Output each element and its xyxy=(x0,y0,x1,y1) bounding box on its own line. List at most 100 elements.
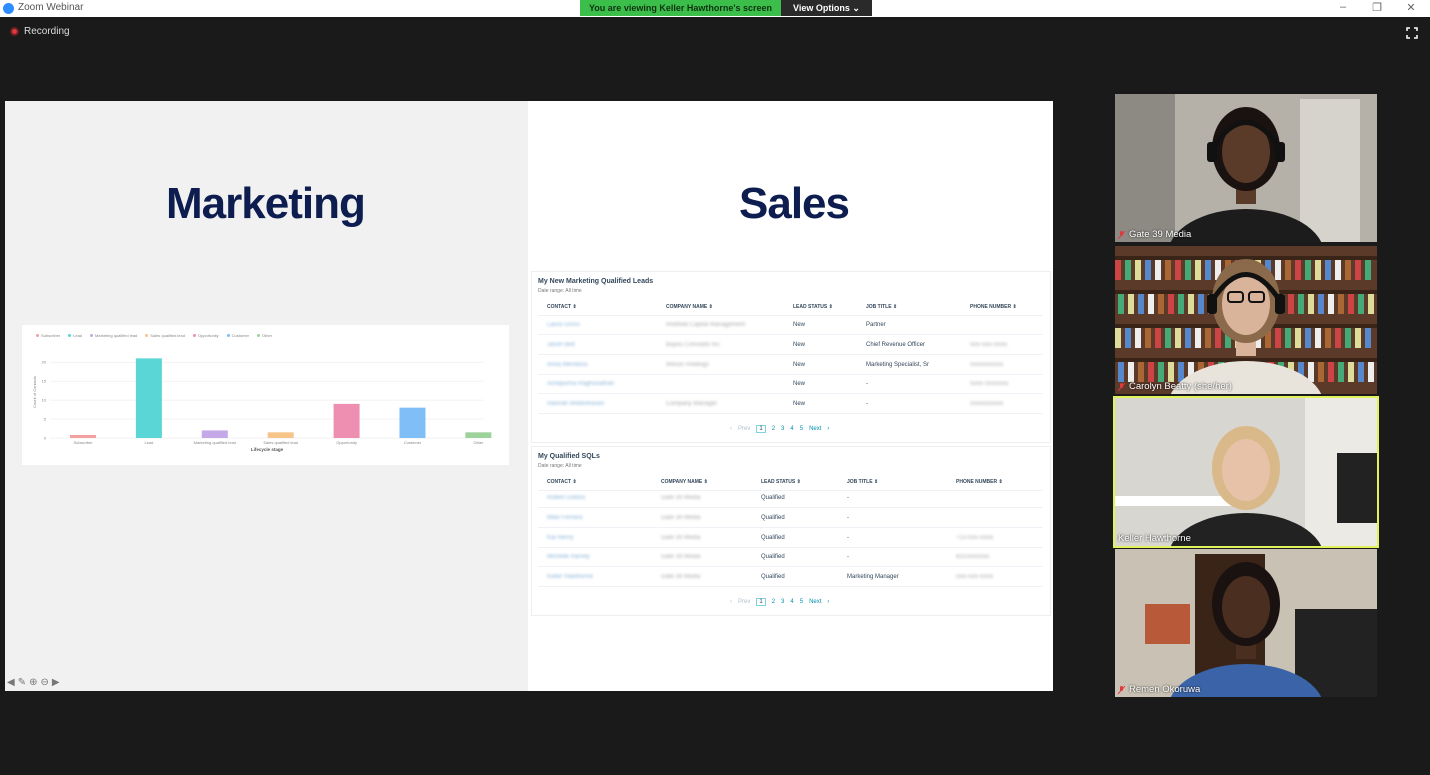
column-header[interactable]: COMPANY NAME ⇕ xyxy=(661,479,708,485)
participant-tile[interactable]: Carolyn Beatty (she/her) xyxy=(1115,246,1377,394)
next-arrow-icon[interactable]: › xyxy=(827,426,829,432)
phone-number: 5555555555 xyxy=(970,401,1004,408)
view-options-label: View Options xyxy=(793,3,850,13)
arrow-right-icon[interactable]: ▶ xyxy=(52,677,60,688)
view-options-button[interactable]: View Options ⌄ xyxy=(781,0,872,16)
contact-link[interactable]: Jason Bell xyxy=(547,342,575,348)
column-header[interactable]: COMPANY NAME ⇕ xyxy=(666,304,713,310)
maximize-icon[interactable]: ❐ xyxy=(1367,1,1387,14)
mql-table-card: My New Marketing Qualified Leads Date ran… xyxy=(531,271,1051,443)
contact-link[interactable]: Michelle Harvey xyxy=(547,554,590,560)
row-divider xyxy=(538,334,1043,335)
participant-tile[interactable]: Gate 39 Media xyxy=(1115,94,1377,242)
page-link[interactable]: 5 xyxy=(800,599,803,605)
x-tick-label: Other xyxy=(473,440,484,445)
participant-name: Remen Okoruwa xyxy=(1129,684,1201,695)
contact-link[interactable]: Robert Dubois xyxy=(547,495,585,501)
contact-link[interactable]: Kai Henry xyxy=(547,535,573,541)
viewing-screen-banner: You are viewing Keller Hawthorne's scree… xyxy=(580,0,781,16)
zoom-in-icon[interactable]: ⊕ xyxy=(29,677,37,688)
page-link[interactable]: 1 xyxy=(756,425,766,433)
mic-muted-icon xyxy=(1118,230,1125,239)
next-arrow-icon[interactable]: › xyxy=(827,599,829,605)
row-divider xyxy=(538,586,1043,588)
recording-label: Recording xyxy=(24,26,70,37)
y-axis-label: Count of Contacts xyxy=(32,376,37,408)
close-icon[interactable]: ✕ xyxy=(1401,1,1421,14)
x-tick-label: Subscriber xyxy=(73,440,93,445)
zoom-app-icon xyxy=(3,3,14,14)
company-name: Gate 39 Media xyxy=(661,534,701,541)
recording-indicator: Recording xyxy=(10,26,70,37)
company-name: Gate 39 Media xyxy=(661,554,701,561)
pagination: ‹ Prev 1 2 3 4 5 Next › xyxy=(730,425,829,433)
row-divider xyxy=(538,413,1043,415)
contact-link[interactable]: Annapurna Raghunathan xyxy=(547,381,614,387)
prev-arrow-icon[interactable]: ‹ xyxy=(730,426,732,432)
participant-tile[interactable]: Remen Okoruwa xyxy=(1115,549,1377,697)
column-header[interactable]: CONTACT ⇕ xyxy=(547,479,577,485)
page-link[interactable]: 1 xyxy=(756,598,766,606)
row-divider xyxy=(538,546,1043,548)
arrow-left-icon[interactable]: ◀ xyxy=(7,677,15,688)
lead-status: New xyxy=(793,341,806,348)
company-name: Gate 39 Media xyxy=(661,514,701,521)
prev-arrow-icon[interactable]: ‹ xyxy=(730,599,732,605)
page-link[interactable]: 4 xyxy=(790,599,793,605)
participant-name-tag: Gate 39 Media xyxy=(1118,229,1191,240)
table-subtitle: Date range: All time xyxy=(538,288,582,294)
page-link[interactable]: 2 xyxy=(772,599,775,605)
header-divider xyxy=(538,315,1043,316)
next-button[interactable]: Next xyxy=(809,599,821,605)
contact-link[interactable]: Laura Gross xyxy=(547,322,580,328)
page-link[interactable]: 3 xyxy=(781,426,784,432)
bar xyxy=(399,407,426,438)
page-link[interactable]: 4 xyxy=(790,426,793,432)
x-tick-label: Sales qualified lead xyxy=(263,440,298,445)
page-link[interactable]: 5 xyxy=(800,426,803,432)
job-title: Marketing Manager xyxy=(847,574,899,581)
lead-status: New xyxy=(793,381,806,388)
column-header[interactable]: PHONE NUMBER ⇕ xyxy=(970,304,1017,310)
participant-name-tag: Remen Okoruwa xyxy=(1118,684,1200,695)
column-header[interactable]: LEAD STATUS ⇕ xyxy=(761,479,801,485)
x-axis-label: Lifecycle stage xyxy=(251,447,284,452)
prev-button[interactable]: Prev xyxy=(738,599,750,605)
fullscreen-icon[interactable] xyxy=(1406,27,1418,39)
column-header[interactable]: LEAD STATUS ⇕ xyxy=(793,304,833,310)
prev-button[interactable]: Prev xyxy=(738,426,750,432)
lifecycle-chart-card: Subscriber Lead Marketing qualified lead Sa… xyxy=(22,325,509,465)
job-title: - xyxy=(866,381,868,388)
participant-tile[interactable]: Keller Hawthorne xyxy=(1113,396,1379,548)
pencil-icon[interactable]: ✎ xyxy=(18,677,26,688)
job-title: - xyxy=(847,495,849,501)
column-header[interactable]: CONTACT ⇕ xyxy=(547,304,577,310)
page-link[interactable]: 3 xyxy=(781,599,784,605)
next-button[interactable]: Next xyxy=(809,426,821,432)
row-divider xyxy=(538,373,1043,375)
table-subtitle: Date range: All time xyxy=(538,463,582,469)
contact-link[interactable]: Anna Mendoza xyxy=(547,362,587,368)
column-header[interactable]: JOB TITLE ⇕ xyxy=(847,479,878,485)
lead-status: New xyxy=(793,322,806,328)
window-title: Zoom Webinar xyxy=(18,2,84,13)
lifecycle-bar-chart: 0 5 10 15 20 Count of Contacts Subscriber Lead M… xyxy=(32,358,492,452)
participant-video xyxy=(1115,94,1360,242)
pagination: ‹ Prev 1 2 3 4 5 Next › xyxy=(730,598,829,606)
participant-name: Keller Hawthorne xyxy=(1118,533,1191,544)
lead-status: New xyxy=(793,401,806,408)
row-divider xyxy=(538,566,1043,568)
minimize-icon[interactable]: – xyxy=(1333,1,1353,13)
participant-name: Carolyn Beatty (she/her) xyxy=(1129,381,1232,392)
lead-status: Qualified xyxy=(761,495,785,501)
column-header[interactable]: PHONE NUMBER ⇕ xyxy=(956,479,1003,485)
contact-link[interactable]: Mike Ferreira xyxy=(547,515,582,521)
x-tick-label: Opportunity xyxy=(336,440,357,445)
column-header[interactable]: JOB TITLE ⇕ xyxy=(866,304,897,310)
zoom-out-icon[interactable]: ⊖ xyxy=(40,677,48,688)
page-link[interactable]: 2 xyxy=(772,426,775,432)
contact-link[interactable]: Keller Hawthorne xyxy=(547,574,593,580)
contact-link[interactable]: Hannah Wildenhaven xyxy=(547,401,604,407)
row-divider xyxy=(538,507,1043,508)
company-name: Bayou Concepts Inc xyxy=(666,341,720,348)
